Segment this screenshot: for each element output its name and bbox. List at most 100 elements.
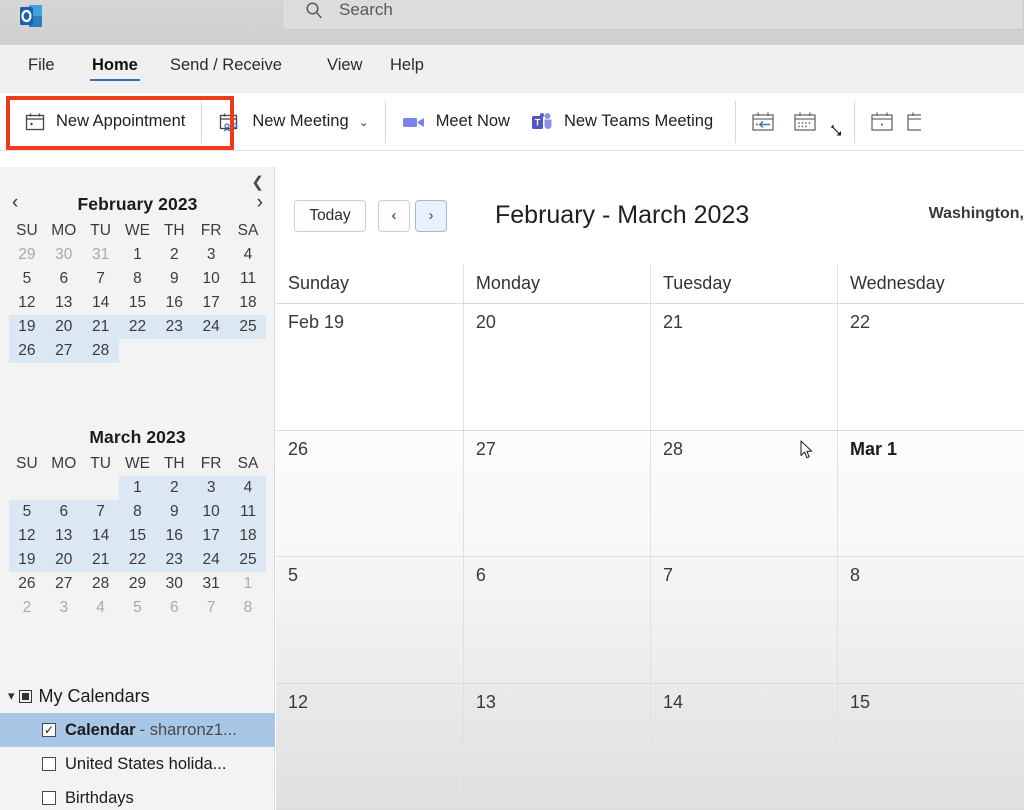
mini-cal-day-20[interactable]: 20 xyxy=(45,315,83,339)
mini-cal-day-25[interactable]: 25 xyxy=(229,548,267,572)
mini-cal-day-24[interactable]: 24 xyxy=(192,548,230,572)
calendar-day-cell[interactable]: 6 xyxy=(462,557,650,683)
next-seven-days-button[interactable] xyxy=(784,100,826,144)
calendar-day-cell[interactable]: 27 xyxy=(462,430,650,556)
mini-cal-day-2[interactable]: 2 xyxy=(9,596,46,620)
mini-cal-day-2[interactable]: 2 xyxy=(156,243,193,267)
mini-cal-day-10[interactable]: 10 xyxy=(192,500,230,524)
previous-period-button[interactable]: ‹ xyxy=(378,199,410,232)
mini-cal-day-19[interactable]: 19 xyxy=(8,548,46,572)
mini-cal-day-4[interactable]: 4 xyxy=(229,476,267,500)
arrange-dialog-launcher[interactable] xyxy=(826,100,848,144)
mini-cal-day-6[interactable]: 6 xyxy=(45,500,83,524)
calendar-day-cell[interactable]: 15 xyxy=(836,683,1024,809)
mini-cal-day-1[interactable]: 1 xyxy=(119,476,156,500)
mini-cal-day-16[interactable]: 16 xyxy=(156,291,193,315)
calendar-day-cell[interactable]: 5 xyxy=(276,557,463,683)
mini-cal-day-13[interactable]: 13 xyxy=(45,291,82,315)
mini-cal-day-3[interactable]: 3 xyxy=(45,596,82,620)
tab-home[interactable]: Home xyxy=(90,53,140,81)
mini-cal-day-8[interactable]: 8 xyxy=(230,596,267,620)
mini-cal-day-6[interactable]: 6 xyxy=(156,596,193,620)
mini-cal-day-22[interactable]: 22 xyxy=(119,315,156,339)
mini-cal-day-21[interactable]: 21 xyxy=(82,548,120,572)
calendar-day-cell[interactable]: 8 xyxy=(836,557,1024,683)
search-bar[interactable]: Search xyxy=(282,0,1024,30)
calendar-day-cell[interactable]: 13 xyxy=(462,683,650,809)
mini-cal-day-30[interactable]: 30 xyxy=(156,572,193,596)
mini-cal-day-27[interactable]: 27 xyxy=(45,339,83,363)
today-button[interactable]: Today xyxy=(294,199,366,232)
day-view-button[interactable] xyxy=(861,100,903,144)
mini-cal-day-13[interactable]: 13 xyxy=(45,524,83,548)
work-week-view-button[interactable] xyxy=(903,100,923,144)
calendar-day-cell[interactable]: 28 xyxy=(649,430,837,556)
mini-cal-day-1[interactable]: 1 xyxy=(119,243,156,267)
mini-cal-day-8[interactable]: 8 xyxy=(119,267,156,291)
mini-cal-day-27[interactable]: 27 xyxy=(45,572,82,596)
mini-cal-day-3[interactable]: 3 xyxy=(193,243,230,267)
mini-cal-day-28[interactable]: 28 xyxy=(82,339,120,363)
calendar-day-cell[interactable]: 22 xyxy=(836,304,1024,430)
mini-cal-day-28[interactable]: 28 xyxy=(82,572,119,596)
mini-cal-day-29[interactable]: 29 xyxy=(9,243,46,267)
new-teams-meeting-button[interactable]: T New Teams Meeting xyxy=(520,100,723,144)
today-jump-button[interactable] xyxy=(742,100,784,144)
my-calendars-group-header[interactable]: ▾ My Calendars xyxy=(0,679,275,713)
mini-cal-day-25[interactable]: 25 xyxy=(229,315,267,339)
mini-cal-day-9[interactable]: 9 xyxy=(155,500,193,524)
mini-cal-day-5[interactable]: 5 xyxy=(8,500,46,524)
calendar-day-cell[interactable]: 21 xyxy=(649,304,837,430)
mini-cal-day-12[interactable]: 12 xyxy=(8,524,46,548)
mini-cal-day-20[interactable]: 20 xyxy=(45,548,83,572)
mini-cal-day-14[interactable]: 14 xyxy=(82,524,120,548)
mini-cal-day-7[interactable]: 7 xyxy=(193,596,230,620)
mini-cal-prev-icon[interactable]: ‹ xyxy=(12,193,18,212)
mini-cal-day-12[interactable]: 12 xyxy=(9,291,46,315)
mini-cal-day-16[interactable]: 16 xyxy=(155,524,193,548)
mini-cal-day-23[interactable]: 23 xyxy=(155,315,193,339)
mini-cal-day-19[interactable]: 19 xyxy=(8,315,46,339)
mini-cal-day-4[interactable]: 4 xyxy=(230,243,267,267)
mini-cal-day-18[interactable]: 18 xyxy=(230,291,267,315)
chevron-down-icon[interactable]: ⌄ xyxy=(359,115,369,129)
mini-cal-day-3[interactable]: 3 xyxy=(192,476,230,500)
mini-cal-day-30[interactable]: 30 xyxy=(45,243,82,267)
new-meeting-button[interactable]: New Meeting ⌄ xyxy=(208,100,378,144)
mini-cal-day-5[interactable]: 5 xyxy=(9,267,46,291)
calendar-list-item-calendar-sharronz[interactable]: ✓ Calendar - sharronz1... xyxy=(0,713,275,747)
mini-cal-day-17[interactable]: 17 xyxy=(193,291,230,315)
calendar-day-cell[interactable]: 7 xyxy=(649,557,837,683)
mini-cal-day-7[interactable]: 7 xyxy=(82,267,119,291)
checkbox-calendar-sharronz[interactable]: ✓ xyxy=(42,723,56,737)
mini-cal-day-5[interactable]: 5 xyxy=(119,596,156,620)
calendar-list-item-united-states-holidays[interactable]: United States holida... xyxy=(0,747,275,781)
mini-cal-day-18[interactable]: 18 xyxy=(229,524,267,548)
calendar-day-cell[interactable]: Mar 1 xyxy=(836,430,1024,556)
mini-cal-day-31[interactable]: 31 xyxy=(82,243,119,267)
mini-cal-day-1[interactable]: 1 xyxy=(230,572,267,596)
mini-cal-day-21[interactable]: 21 xyxy=(82,315,120,339)
mini-cal-day-15[interactable]: 15 xyxy=(119,291,156,315)
calendar-day-cell[interactable]: 20 xyxy=(462,304,650,430)
checkbox-birthdays[interactable] xyxy=(42,791,56,805)
chevron-down-icon[interactable]: ▾ xyxy=(8,688,15,704)
mini-cal-day-2[interactable]: 2 xyxy=(155,476,193,500)
search-input[interactable]: Search xyxy=(339,0,393,20)
mini-cal-day-10[interactable]: 10 xyxy=(193,267,230,291)
mini-cal-day-24[interactable]: 24 xyxy=(192,315,230,339)
mini-cal-day-7[interactable]: 7 xyxy=(82,500,120,524)
mini-cal-day-31[interactable]: 31 xyxy=(193,572,230,596)
mini-cal-day-11[interactable]: 11 xyxy=(229,500,267,524)
mini-cal-day-17[interactable]: 17 xyxy=(192,524,230,548)
mini-cal-day-15[interactable]: 15 xyxy=(119,524,156,548)
checkbox-united-states-holidays[interactable] xyxy=(42,757,56,771)
mini-cal-day-14[interactable]: 14 xyxy=(82,291,119,315)
mini-cal-day-4[interactable]: 4 xyxy=(82,596,119,620)
mini-cal-day-23[interactable]: 23 xyxy=(155,548,193,572)
mini-cal-day-11[interactable]: 11 xyxy=(230,267,267,291)
calendar-day-cell[interactable]: Feb 19 xyxy=(276,304,463,430)
meet-now-button[interactable]: Meet Now xyxy=(392,100,520,144)
mini-cal-day-26[interactable]: 26 xyxy=(8,339,46,363)
mini-cal-day-29[interactable]: 29 xyxy=(119,572,156,596)
